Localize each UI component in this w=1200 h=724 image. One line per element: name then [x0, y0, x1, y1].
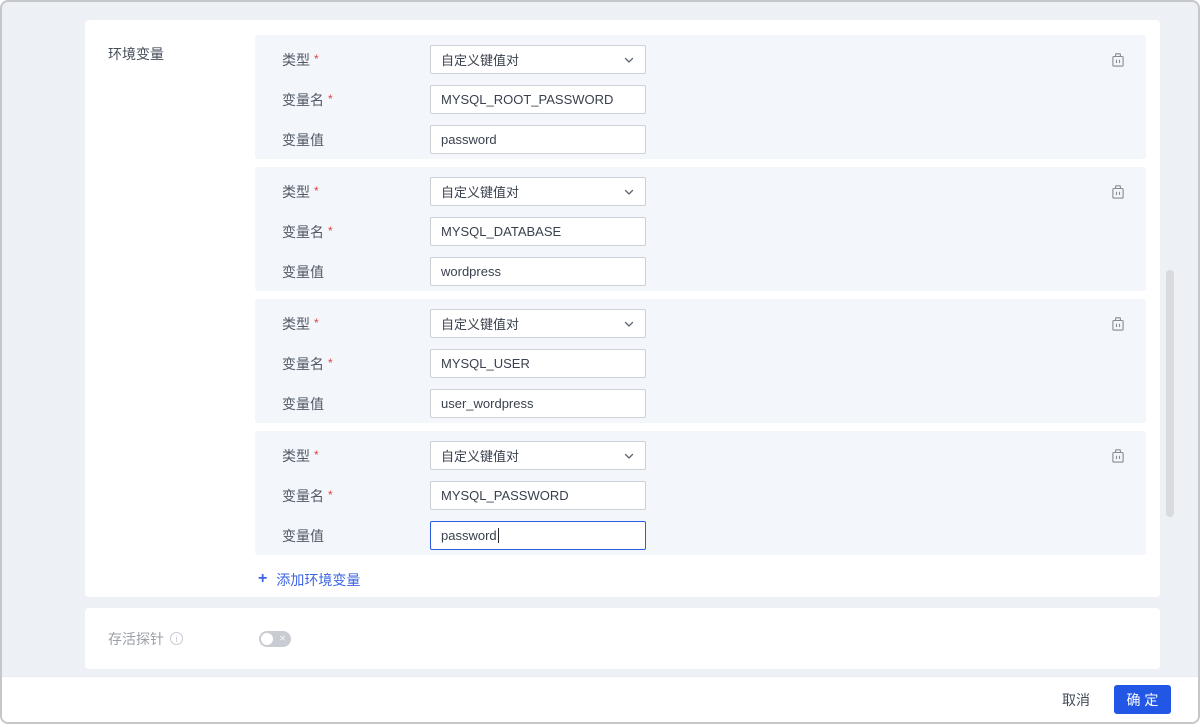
env-type-select[interactable]: 自定义键值对	[430, 309, 646, 338]
env-name-input[interactable]: MYSQL_ROOT_PASSWORD	[430, 85, 646, 114]
chevron-down-icon	[623, 186, 635, 198]
delete-entry-button[interactable]	[1109, 315, 1127, 333]
env-name-row: 变量名 * MYSQL_DATABASE	[255, 217, 1146, 246]
env-value-row: 变量值 user_wordpress	[255, 389, 1146, 418]
modal-footer: 取消 确 定	[2, 676, 1198, 722]
env-value-label: 变量值	[282, 527, 324, 544]
env-value-label: 变量值	[282, 131, 324, 148]
delete-entry-button[interactable]	[1109, 183, 1127, 201]
env-type-select[interactable]: 自定义键值对	[430, 441, 646, 470]
required-mark: *	[328, 91, 333, 106]
confirm-button[interactable]: 确 定	[1114, 685, 1171, 714]
env-variable-block: 类型 * 自定义键值对 变量名 * MYSQL_PASSWORD 变量值 passw…	[255, 431, 1146, 555]
required-mark: *	[314, 183, 319, 198]
env-type-row: 类型 * 自定义键值对	[255, 441, 1146, 470]
env-type-label: 类型 *	[282, 183, 319, 200]
env-type-row: 类型 * 自定义键值对	[255, 309, 1146, 338]
delete-entry-button[interactable]	[1109, 51, 1127, 69]
env-value-input-focused[interactable]: password	[430, 521, 646, 550]
env-name-row: 变量名 * MYSQL_ROOT_PASSWORD	[255, 85, 1146, 114]
required-mark: *	[314, 447, 319, 462]
env-type-select[interactable]: 自定义键值对	[430, 45, 646, 74]
required-mark: *	[328, 223, 333, 238]
chevron-down-icon	[623, 450, 635, 462]
env-type-select[interactable]: 自定义键值对	[430, 177, 646, 206]
env-variable-block: 类型 * 自定义键值对 变量名 * MYSQL_DATABASE 变量值 wordp…	[255, 167, 1146, 291]
info-icon: i	[170, 632, 183, 645]
env-name-input[interactable]: MYSQL_PASSWORD	[430, 481, 646, 510]
trash-icon	[1112, 185, 1124, 199]
env-type-select-value: 自定义键值对	[441, 53, 520, 68]
plus-icon: +	[258, 570, 268, 587]
env-value-input[interactable]: wordpress	[430, 257, 646, 286]
env-section-label: 环境变量	[108, 46, 164, 62]
liveness-probe-label-wrap: 存活探针 i	[85, 629, 255, 649]
add-env-variable-label: 添加环境变量	[276, 572, 361, 588]
env-value-row: 变量值 password	[255, 521, 1146, 550]
env-value-row: 变量值 password	[255, 125, 1146, 154]
env-value-input[interactable]: password	[430, 125, 646, 154]
cancel-button[interactable]: 取消	[1062, 690, 1090, 710]
text-caret	[497, 528, 499, 543]
toggle-knob	[261, 632, 273, 645]
required-mark: *	[314, 51, 319, 66]
env-name-row: 变量名 * MYSQL_USER	[255, 349, 1146, 378]
liveness-probe-label: 存活探针	[108, 630, 164, 647]
required-mark: *	[314, 315, 319, 330]
env-type-label: 类型 *	[282, 315, 319, 332]
env-value-label: 变量值	[282, 395, 324, 412]
trash-icon	[1112, 317, 1124, 331]
env-variable-block: 类型 * 自定义键值对 变量名 * MYSQL_USER 变量值 user_word…	[255, 299, 1146, 423]
env-type-row: 类型 * 自定义键值对	[255, 45, 1146, 74]
trash-icon	[1112, 53, 1124, 67]
env-name-input[interactable]: MYSQL_USER	[430, 349, 646, 378]
env-type-row: 类型 * 自定义键值对	[255, 177, 1146, 206]
env-section-label-col: 环境变量	[85, 20, 255, 597]
env-type-label: 类型 *	[282, 447, 319, 464]
env-name-label: 变量名 *	[282, 355, 333, 372]
env-type-select-value: 自定义键值对	[441, 185, 520, 200]
liveness-probe-card: 存活探针 i ✕	[85, 608, 1160, 669]
chevron-down-icon	[623, 54, 635, 66]
add-env-variable-link[interactable]: + 添加环境变量	[258, 570, 360, 590]
liveness-probe-toggle[interactable]: ✕	[259, 630, 291, 647]
env-name-label: 变量名 *	[282, 487, 333, 504]
chevron-down-icon	[623, 318, 635, 330]
env-name-label: 变量名 *	[282, 91, 333, 108]
vertical-scrollbar-thumb[interactable]	[1166, 270, 1174, 517]
env-section-controls: 类型 * 自定义键值对 变量名 * MYSQL_ROOT_PASSWORD 变量值 …	[255, 20, 1160, 597]
env-variable-block: 类型 * 自定义键值对 变量名 * MYSQL_ROOT_PASSWORD 变量值 …	[255, 35, 1146, 159]
env-name-row: 变量名 * MYSQL_PASSWORD	[255, 481, 1146, 510]
env-value-row: 变量值 wordpress	[255, 257, 1146, 286]
env-type-select-value: 自定义键值对	[441, 317, 520, 332]
env-variables-card: 环境变量 类型 * 自定义键值对 变量名 * MYSQL_ROOT_PASSWORD	[85, 20, 1160, 597]
required-mark: *	[328, 487, 333, 502]
delete-entry-button[interactable]	[1109, 447, 1127, 465]
toggle-off-icon: ✕	[279, 633, 286, 643]
trash-icon	[1112, 449, 1124, 463]
env-name-label: 变量名 *	[282, 223, 333, 240]
env-type-label: 类型 *	[282, 51, 319, 68]
edit-settings-modal: 环境变量 类型 * 自定义键值对 变量名 * MYSQL_ROOT_PASSWORD	[0, 0, 1200, 724]
env-type-select-value: 自定义键值对	[441, 449, 520, 464]
env-value-input[interactable]: user_wordpress	[430, 389, 646, 418]
env-name-input[interactable]: MYSQL_DATABASE	[430, 217, 646, 246]
required-mark: *	[328, 355, 333, 370]
env-value-label: 变量值	[282, 263, 324, 280]
modal-body: 环境变量 类型 * 自定义键值对 变量名 * MYSQL_ROOT_PASSWORD	[2, 2, 1198, 675]
